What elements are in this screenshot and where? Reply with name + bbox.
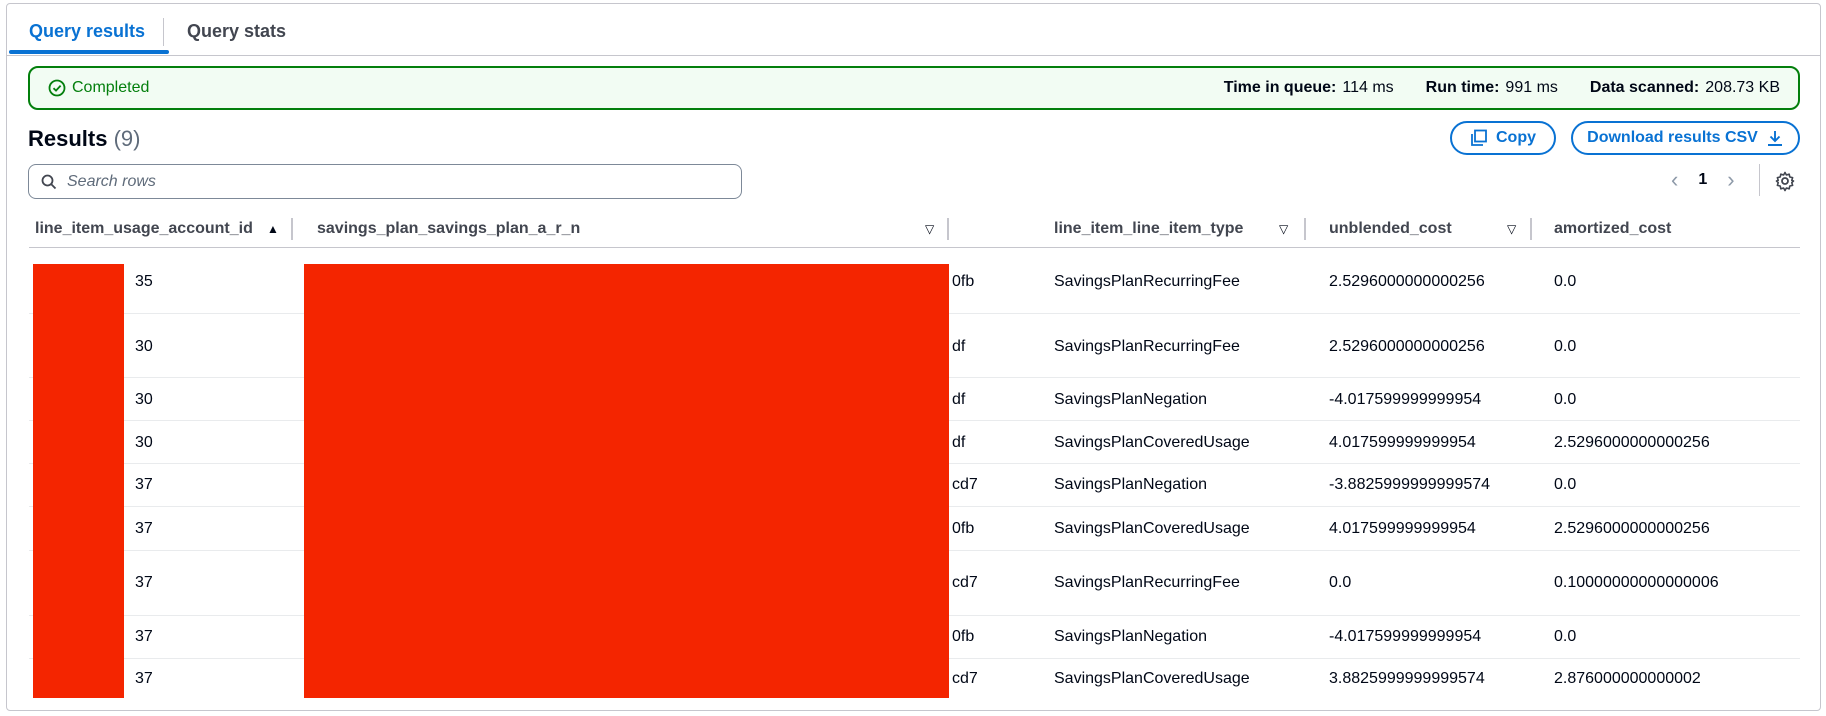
active-tab-indicator xyxy=(9,50,169,54)
tab-query-stats[interactable]: Query stats xyxy=(187,21,286,42)
time-in-queue-label: Time in queue: xyxy=(1223,79,1337,96)
table-header: line_item_usage_account_id ▲ savings_pla… xyxy=(29,210,1800,248)
tab-query-results[interactable]: Query results xyxy=(29,21,145,42)
sort-icon[interactable]: ▽ xyxy=(1279,222,1288,236)
cell-savings-plan-arn: 0fb xyxy=(952,628,975,645)
cell-account-id: 37 xyxy=(135,628,153,645)
download-icon xyxy=(1767,131,1782,146)
query-metrics: Time in queue: 114 ms Run time: 991 ms Dat… xyxy=(1224,79,1780,97)
cell-amortized-cost: 2.5296000000000256 xyxy=(1554,434,1710,451)
download-csv-button[interactable]: Download results CSV xyxy=(1571,121,1800,155)
results-title: Results xyxy=(28,126,108,151)
cell-unblended-cost: 3.8825999999999574 xyxy=(1329,670,1485,687)
column-resizer[interactable] xyxy=(947,218,949,240)
sort-icon[interactable]: ▽ xyxy=(925,222,934,236)
cell-savings-plan-arn: df xyxy=(952,391,966,408)
cell-account-id: 35 xyxy=(135,273,153,290)
cell-unblended-cost: 0.0 xyxy=(1329,574,1352,591)
column-resizer[interactable] xyxy=(291,218,293,240)
cell-amortized-cost: 0.0 xyxy=(1554,273,1577,290)
cell-unblended-cost: 2.5296000000000256 xyxy=(1329,338,1485,355)
search-input[interactable] xyxy=(67,172,707,191)
next-page-icon[interactable]: › xyxy=(1727,169,1734,191)
gear-icon[interactable] xyxy=(1774,170,1796,192)
check-circle-icon xyxy=(48,79,66,97)
cell-account-id: 37 xyxy=(135,670,153,687)
cell-savings-plan-arn: cd7 xyxy=(952,476,978,493)
column-header-savings-plan-arn[interactable]: savings_plan_savings_plan_a_r_n xyxy=(317,220,580,238)
query-results-panel: Query results Query stats Completed Time… xyxy=(6,3,1821,711)
cell-account-id: 30 xyxy=(135,338,153,355)
cell-line-item-type: SavingsPlanNegation xyxy=(1054,476,1207,493)
cell-savings-plan-arn: 0fb xyxy=(952,520,975,537)
cell-unblended-cost: -4.017599999999954 xyxy=(1329,391,1482,408)
data-scanned-value: 208.73 KB xyxy=(1705,79,1780,96)
cell-line-item-type: SavingsPlanCoveredUsage xyxy=(1054,670,1250,687)
tab-bar: Query results Query stats xyxy=(7,4,1820,56)
download-label: Download results CSV xyxy=(1587,129,1758,146)
cell-amortized-cost: 0.10000000000000006 xyxy=(1554,574,1719,591)
run-time-label: Run time: xyxy=(1425,79,1500,96)
metric-run-time: Run time: 991 ms xyxy=(1426,79,1558,97)
cell-account-id: 37 xyxy=(135,520,153,537)
redaction-block-savings-plan-arn xyxy=(304,264,949,698)
cell-line-item-type: SavingsPlanCoveredUsage xyxy=(1054,520,1250,537)
column-header-amortized-cost[interactable]: amortized_cost xyxy=(1554,220,1671,238)
copy-button[interactable]: Copy xyxy=(1450,121,1556,155)
cell-savings-plan-arn: df xyxy=(952,434,966,451)
cell-savings-plan-arn: cd7 xyxy=(952,670,978,687)
prev-page-icon[interactable]: ‹ xyxy=(1671,169,1678,191)
cell-line-item-type: SavingsPlanNegation xyxy=(1054,628,1207,645)
copy-label: Copy xyxy=(1496,129,1536,146)
tab-divider xyxy=(163,18,164,46)
metric-time-in-queue: Time in queue: 114 ms xyxy=(1224,79,1394,97)
sort-icon[interactable]: ▽ xyxy=(1507,222,1516,236)
cell-account-id: 30 xyxy=(135,434,153,451)
column-resizer[interactable] xyxy=(1304,218,1306,240)
cell-amortized-cost: 0.0 xyxy=(1554,338,1577,355)
cell-account-id: 37 xyxy=(135,574,153,591)
cell-unblended-cost: 4.017599999999954 xyxy=(1329,520,1476,537)
cell-line-item-type: SavingsPlanRecurringFee xyxy=(1054,273,1240,290)
cell-savings-plan-arn: 0fb xyxy=(952,273,975,290)
data-scanned-label: Data scanned: xyxy=(1589,79,1700,96)
cell-account-id: 30 xyxy=(135,391,153,408)
column-header-unblended-cost[interactable]: unblended_cost xyxy=(1329,220,1452,238)
cell-line-item-type: SavingsPlanCoveredUsage xyxy=(1054,434,1250,451)
cell-amortized-cost: 2.876000000000002 xyxy=(1554,670,1701,687)
results-heading: Results (9) xyxy=(28,126,141,152)
cell-line-item-type: SavingsPlanNegation xyxy=(1054,391,1207,408)
cell-line-item-type: SavingsPlanRecurringFee xyxy=(1054,574,1240,591)
results-count: (9) xyxy=(113,126,141,151)
cell-unblended-cost: 4.017599999999954 xyxy=(1329,434,1476,451)
redaction-block-account-id xyxy=(33,264,124,698)
time-in-queue-value: 114 ms xyxy=(1342,79,1394,96)
page-number[interactable]: 1 xyxy=(1698,171,1707,189)
status-completed: Completed xyxy=(48,79,149,97)
cell-unblended-cost: 2.5296000000000256 xyxy=(1329,273,1485,290)
search-rows xyxy=(28,164,742,199)
column-header-line-item-type[interactable]: line_item_line_item_type xyxy=(1054,220,1243,238)
pager-divider xyxy=(1759,164,1760,196)
cell-unblended-cost: -3.8825999999999574 xyxy=(1329,476,1491,493)
cell-account-id: 37 xyxy=(135,476,153,493)
cell-savings-plan-arn: cd7 xyxy=(952,574,978,591)
column-header-account-id[interactable]: line_item_usage_account_id xyxy=(35,220,253,238)
cell-amortized-cost: 0.0 xyxy=(1554,476,1577,493)
metric-data-scanned: Data scanned: 208.73 KB xyxy=(1590,79,1780,97)
cell-line-item-type: SavingsPlanRecurringFee xyxy=(1054,338,1240,355)
column-resizer[interactable] xyxy=(1530,218,1532,240)
cell-savings-plan-arn: df xyxy=(952,338,966,355)
run-time-value: 991 ms xyxy=(1505,79,1558,96)
cell-unblended-cost: -4.017599999999954 xyxy=(1329,628,1482,645)
status-banner: Completed Time in queue: 114 ms Run time:… xyxy=(28,66,1800,110)
pagination: ‹ 1 › xyxy=(1671,169,1735,191)
cell-amortized-cost: 2.5296000000000256 xyxy=(1554,520,1710,537)
cell-amortized-cost: 0.0 xyxy=(1554,628,1577,645)
status-label: Completed xyxy=(72,79,150,96)
cell-amortized-cost: 0.0 xyxy=(1554,391,1577,408)
sort-ascending-icon[interactable]: ▲ xyxy=(267,222,279,236)
copy-icon xyxy=(1471,129,1487,146)
search-icon xyxy=(41,174,57,189)
